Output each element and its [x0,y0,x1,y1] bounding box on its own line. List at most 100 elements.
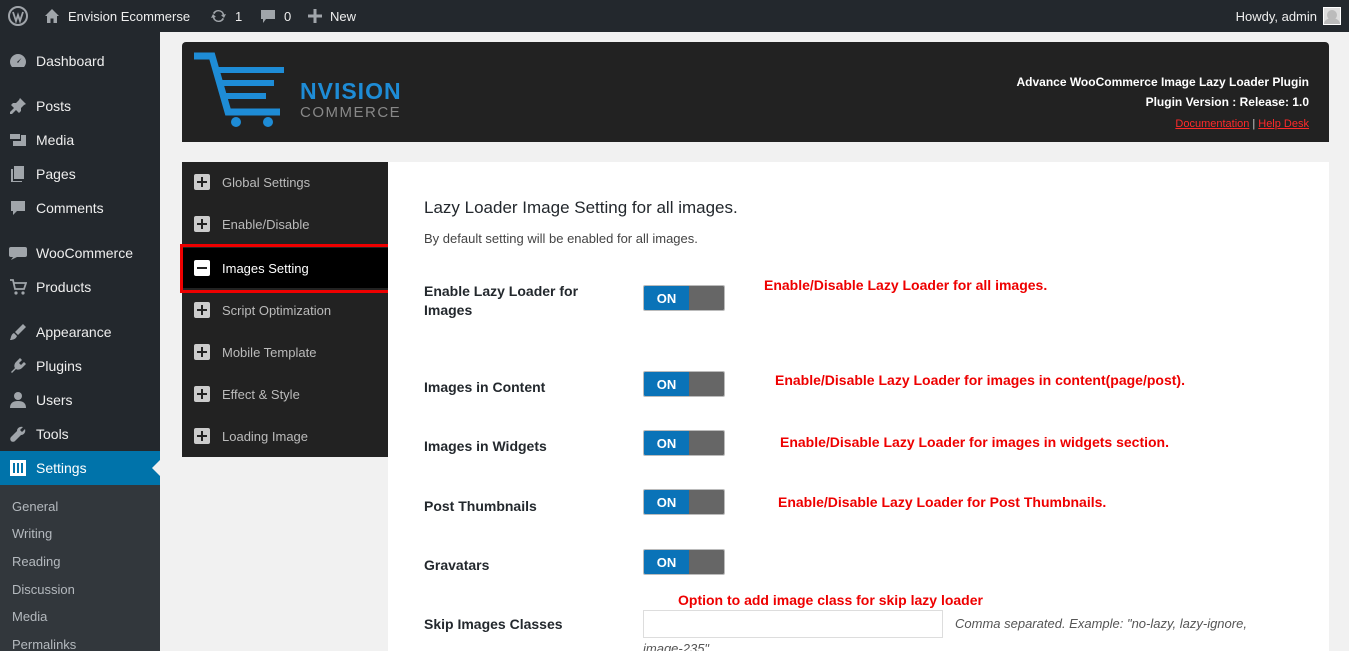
home-icon [45,9,59,23]
new-label: New [330,8,357,24]
menu-users[interactable]: Users [0,383,160,417]
menu-woocommerce[interactable]: WooCommerce [0,236,160,270]
menu-label: Plugins [36,358,82,374]
menu-media[interactable]: Media [0,123,160,157]
my-account-link[interactable]: Howdy, admin [1236,0,1341,32]
wordpress-logo-icon[interactable] [8,0,28,32]
toggle-images-widgets[interactable]: ON [643,430,725,456]
documentation-link[interactable]: Documentation [1175,118,1249,130]
tab-label: Effect & Style [222,386,300,402]
plus-box-icon [194,302,210,318]
submenu-writing[interactable]: Writing [12,526,52,541]
updates-link[interactable]: 1 [210,0,242,32]
menu-label: Appearance [36,324,112,340]
envision-commerce-logo: NVISION COMMERCE [192,52,402,132]
plugin-name: Advance WooCommerce Image Lazy Loader Pl… [1016,75,1309,89]
row-label-post-thumbnails: Post Thumbnails [424,498,537,514]
menu-label: Tools [36,426,69,442]
site-name-link[interactable]: Envision Ecommerse [44,0,190,32]
tab-loading-image[interactable]: Loading Image [182,416,388,456]
toggle-on-label: ON [644,490,689,514]
toggle-on-label: ON [644,431,689,455]
refresh-icon [211,9,226,23]
howdy-text: Howdy, admin [1235,8,1317,24]
woocommerce-icon [9,247,27,260]
cart-logo-icon [194,52,284,127]
menu-label: WooCommerce [36,245,133,261]
menu-comments[interactable]: Comments [0,191,160,225]
plugin-icon [11,358,26,373]
tab-label: Enable/Disable [222,216,310,232]
row-label-enable-images: Enable Lazy Loader for Images [424,283,579,318]
settings-panel: Lazy Loader Image Setting for all images… [388,162,1329,651]
toggle-images-content[interactable]: ON [643,371,725,397]
submenu-general[interactable]: General [12,499,58,514]
help-desk-link[interactable]: Help Desk [1258,118,1309,130]
admin-bar: Envision Ecommerse 1 0 New Howdy, admin [0,0,1349,32]
comments-count: 0 [284,8,292,24]
note-post-thumbnails: Enable/Disable Lazy Loader for Post Thum… [778,494,1107,510]
toggle-gravatars[interactable]: ON [643,549,725,575]
tab-label: Global Settings [222,174,311,190]
toggle-on-label: ON [644,550,689,574]
plus-icon [308,9,322,23]
submenu-reading[interactable]: Reading [12,554,60,569]
updates-count: 1 [235,8,243,24]
toggle-post-thumbnails[interactable]: ON [643,489,725,515]
note-enable-images: Enable/Disable Lazy Loader for all image… [764,277,1048,293]
cart-icon [10,279,27,295]
plus-box-icon [194,174,210,190]
row-label-skip-classes: Skip Images Classes [424,616,563,632]
tab-script-optimization[interactable]: Script Optimization [182,290,388,330]
tab-label: Script Optimization [222,302,332,318]
pin-icon [10,98,26,114]
tab-global-settings[interactable]: Global Settings [182,162,388,202]
comment-icon [261,9,275,23]
avatar [1323,7,1341,25]
row-label-images-content: Images in Content [424,379,546,395]
tab-mobile-template[interactable]: Mobile Template [182,332,388,372]
tab-label: Mobile Template [222,344,317,360]
note-skip-classes: Option to add image class for skip lazy … [678,592,983,608]
menu-posts[interactable]: Posts [0,89,160,123]
menu-products[interactable]: Products [0,270,160,304]
site-name: Envision Ecommerse [68,8,191,24]
new-content-link[interactable]: New [308,0,356,32]
note-images-content: Enable/Disable Lazy Loader for images in… [775,372,1185,388]
panel-title: Lazy Loader Image Setting for all images… [424,198,738,217]
settings-submenu: General Writing Reading Discussion Media… [0,485,160,651]
tab-label: Loading Image [222,428,309,444]
menu-label: Settings [36,460,87,476]
menu-tools[interactable]: Tools [0,417,160,451]
panel-description: By default setting will be enabled for a… [424,231,698,246]
menu-label: Products [36,279,92,295]
menu-label: Comments [36,200,104,216]
submenu-permalinks[interactable]: Permalinks [12,637,76,651]
note-images-widgets: Enable/Disable Lazy Loader for images in… [780,434,1169,450]
menu-settings[interactable]: Settings [0,451,160,485]
plus-box-icon [194,216,210,232]
brush-icon [10,324,26,340]
plugin-header: NVISION COMMERCE Advance WooCommerce Ima… [182,42,1329,142]
skip-classes-input[interactable] [643,610,943,638]
tab-effect-style[interactable]: Effect & Style [182,374,388,414]
menu-label: Media [36,132,75,148]
menu-dashboard[interactable]: Dashboard [0,44,160,78]
settings-icon [10,460,26,476]
media-icon [10,134,26,146]
menu-label: Posts [36,98,72,114]
plugin-version: Plugin Version : Release: 1.0 [1145,95,1309,109]
menu-pages[interactable]: Pages [0,157,160,191]
menu-plugins[interactable]: Plugins [0,349,160,383]
wrench-icon [10,426,26,442]
comments-link[interactable]: 0 [260,0,291,32]
skip-classes-hint-continued: image-235" [643,641,710,651]
row-label-gravatars: Gravatars [424,557,490,573]
tab-images-setting[interactable]: Images Setting [182,248,388,288]
submenu-media[interactable]: Media [12,609,47,624]
tab-enable-disable[interactable]: Enable/Disable [182,204,388,244]
submenu-discussion[interactable]: Discussion [12,582,75,597]
toggle-enable-images[interactable]: ON [643,285,725,311]
menu-appearance[interactable]: Appearance [0,315,160,349]
toggle-on-label: ON [644,286,689,310]
